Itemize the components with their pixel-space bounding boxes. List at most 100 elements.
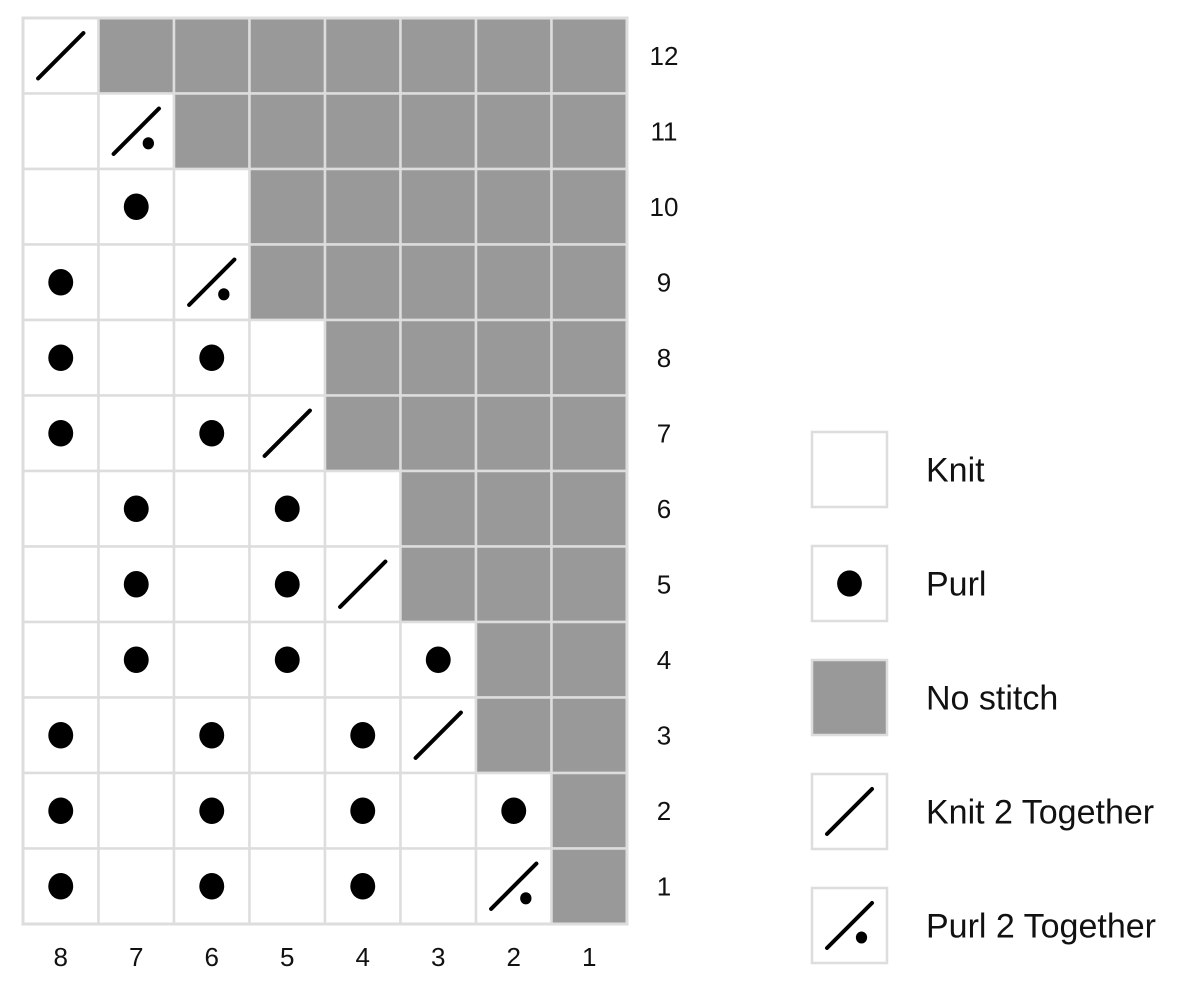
no-stitch-cell bbox=[399, 92, 478, 171]
chart-cell bbox=[97, 771, 176, 850]
no-stitch-cell bbox=[550, 620, 629, 699]
no-stitch-cell bbox=[474, 469, 553, 548]
chart-cell bbox=[550, 318, 629, 397]
chart-cell bbox=[399, 847, 478, 926]
chart-cell bbox=[323, 243, 402, 322]
purl-dot-icon bbox=[48, 269, 74, 296]
no-stitch-cell bbox=[399, 318, 478, 397]
column-number-label: 8 bbox=[54, 942, 68, 972]
legend-item: Knit bbox=[810, 430, 985, 509]
chart-cell bbox=[323, 469, 402, 548]
chart-cell bbox=[97, 16, 176, 95]
no-stitch-cell bbox=[474, 243, 553, 322]
chart-cell bbox=[172, 243, 251, 322]
no-stitch-cell bbox=[550, 16, 629, 95]
no-stitch-cell bbox=[474, 167, 553, 246]
chart-cell bbox=[172, 696, 251, 775]
no-stitch-cell bbox=[550, 847, 629, 926]
no-stitch-cell bbox=[550, 469, 629, 548]
chart-cell bbox=[248, 16, 327, 95]
chart-cell bbox=[550, 696, 629, 775]
stitch-cell bbox=[399, 771, 478, 850]
chart-cell bbox=[172, 92, 251, 171]
chart-cell bbox=[248, 394, 327, 473]
no-stitch-cell bbox=[474, 92, 553, 171]
legend-swatch bbox=[810, 430, 889, 509]
chart-cell bbox=[550, 545, 629, 624]
chart-cell bbox=[97, 545, 176, 624]
chart-cell bbox=[172, 847, 251, 926]
chart-cell bbox=[97, 243, 176, 322]
no-stitch-cell bbox=[399, 469, 478, 548]
chart-cell bbox=[248, 620, 327, 699]
row-number-label: 6 bbox=[657, 494, 671, 524]
column-number-label: 5 bbox=[280, 942, 294, 972]
no-stitch-cell bbox=[399, 243, 478, 322]
chart-cell bbox=[323, 620, 402, 699]
row-number-label: 2 bbox=[657, 796, 671, 826]
chart-cell bbox=[248, 167, 327, 246]
chart-cell bbox=[550, 469, 629, 548]
chart-cell bbox=[21, 696, 100, 775]
no-stitch-cell bbox=[323, 243, 402, 322]
chart-cell bbox=[550, 16, 629, 95]
chart-cell bbox=[97, 92, 176, 171]
chart-cell bbox=[323, 771, 402, 850]
stitch-cell bbox=[97, 696, 176, 775]
stitch-cell bbox=[248, 847, 327, 926]
chart-cell bbox=[323, 318, 402, 397]
chart-cell bbox=[21, 243, 100, 322]
purl-dot-icon bbox=[274, 495, 300, 522]
chart-cell bbox=[474, 696, 553, 775]
chart-cell bbox=[21, 318, 100, 397]
row-number-label: 11 bbox=[651, 116, 678, 146]
no-stitch-cell bbox=[248, 16, 327, 95]
no-stitch-cell bbox=[550, 92, 629, 171]
column-number-label: 1 bbox=[582, 942, 596, 972]
stitch-cell bbox=[172, 469, 251, 548]
no-stitch-cell bbox=[248, 167, 327, 246]
p2tog-dot-icon bbox=[520, 892, 532, 905]
chart-cell bbox=[172, 620, 251, 699]
legend-label: Knit bbox=[926, 452, 985, 490]
no-stitch-cell bbox=[97, 16, 176, 95]
purl-dot-icon bbox=[199, 873, 225, 900]
chart-cell bbox=[97, 167, 176, 246]
no-stitch-cell bbox=[172, 92, 251, 171]
chart-cell bbox=[248, 243, 327, 322]
column-number-label: 4 bbox=[356, 942, 370, 972]
no-stitch-cell bbox=[474, 696, 553, 775]
column-number-label: 2 bbox=[507, 942, 521, 972]
chart-cell bbox=[399, 394, 478, 473]
chart-cell bbox=[97, 318, 176, 397]
purl-dot-icon bbox=[48, 420, 74, 447]
chart-cell bbox=[399, 243, 478, 322]
stitch-cell bbox=[21, 469, 100, 548]
chart-cell bbox=[323, 394, 402, 473]
stitch-cell bbox=[248, 318, 327, 397]
chart-cell bbox=[323, 696, 402, 775]
stitch-cell bbox=[399, 847, 478, 926]
legend: Knit Purl No stitch Knit 2 Together Purl 2 T… bbox=[810, 430, 1156, 965]
column-number-label: 7 bbox=[129, 942, 143, 972]
stitch-cell bbox=[97, 243, 176, 322]
no-stitch-cell bbox=[550, 545, 629, 624]
no-stitch-cell bbox=[474, 16, 553, 95]
stitch-cell bbox=[248, 771, 327, 850]
chart-cell bbox=[323, 167, 402, 246]
stitch-cell bbox=[172, 167, 251, 246]
purl-dot-icon bbox=[274, 646, 300, 673]
row-number-label: 1 bbox=[657, 871, 671, 901]
chart-cell bbox=[21, 771, 100, 850]
purl-dot-icon bbox=[199, 797, 225, 824]
stitch-cell bbox=[248, 696, 327, 775]
purl-dot-icon bbox=[837, 570, 862, 597]
chart-cell bbox=[323, 92, 402, 171]
no-stitch-cell bbox=[323, 167, 402, 246]
row-number-label: 8 bbox=[657, 343, 671, 373]
chart-cell bbox=[21, 620, 100, 699]
chart-cell bbox=[172, 394, 251, 473]
chart-cell bbox=[550, 394, 629, 473]
chart-cell bbox=[21, 92, 100, 171]
no-stitch-cell bbox=[474, 620, 553, 699]
